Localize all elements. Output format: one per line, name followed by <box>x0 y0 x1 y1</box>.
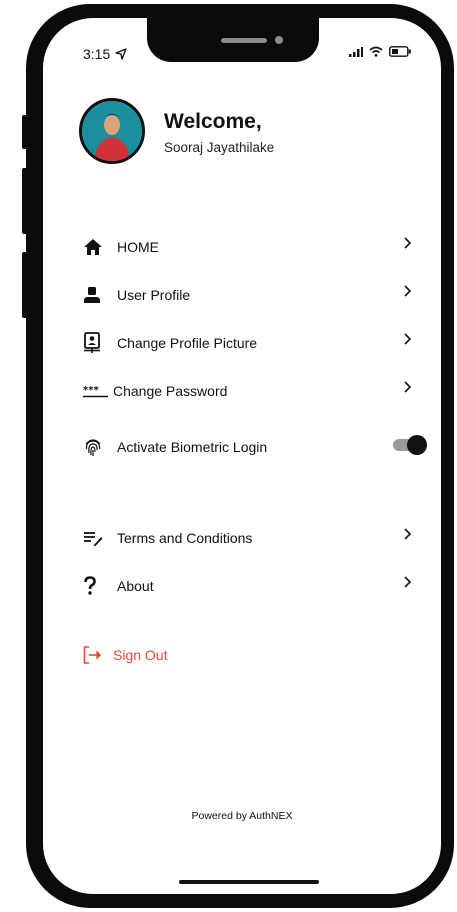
phone-side-button <box>22 252 28 318</box>
phone-side-button <box>22 168 28 234</box>
avatar-photo <box>82 101 142 161</box>
menu-item-label: Activate Biometric Login <box>117 439 268 455</box>
svg-text:***: *** <box>83 385 99 396</box>
menu-item-label: Change Profile Picture <box>117 335 258 351</box>
menu-item-change-profile-picture[interactable]: Change Profile Picture <box>83 330 413 356</box>
screen: 3:15 Welcome, Sooraj Jayathilake HOME Us… <box>43 18 441 894</box>
toggle-knob <box>407 435 427 455</box>
menu-item-label: Change Password <box>113 383 228 399</box>
user-name: Sooraj Jayathilake <box>164 140 275 155</box>
terms-icon <box>83 527 109 549</box>
welcome-heading: Welcome, <box>164 110 262 133</box>
menu-item-label: User Profile <box>117 287 191 303</box>
fingerprint-icon <box>83 436 109 458</box>
question-icon <box>83 575 109 597</box>
notch <box>147 18 319 62</box>
menu-item-label: HOME <box>117 239 159 255</box>
signal-icon <box>349 46 363 57</box>
powered-by-footer: Powered by AuthNEX <box>191 810 293 822</box>
location-arrow-icon <box>115 48 127 60</box>
id-badge-icon <box>83 332 109 354</box>
home-indicator[interactable] <box>179 880 319 884</box>
status-time: 3:15 <box>83 46 127 62</box>
speaker <box>221 38 267 43</box>
chevron-right-icon <box>403 527 413 546</box>
chevron-right-icon <box>403 332 413 351</box>
avatar[interactable] <box>79 98 145 164</box>
status-icons <box>349 46 411 57</box>
menu-item-user-profile[interactable]: User Profile <box>83 282 413 308</box>
menu-item-label: Terms and Conditions <box>117 530 253 546</box>
menu-item-label: About <box>117 578 154 594</box>
chevron-right-icon <box>403 575 413 594</box>
phone-side-button <box>22 115 28 149</box>
sign-out-icon <box>83 644 109 666</box>
biometric-toggle[interactable] <box>393 435 427 455</box>
sign-out-label: Sign Out <box>113 647 168 663</box>
menu-item-change-password[interactable]: *** Change Password <box>83 378 413 404</box>
chevron-right-icon <box>403 380 413 399</box>
menu-item-terms[interactable]: Terms and Conditions <box>83 525 413 551</box>
password-icon: *** <box>83 380 109 402</box>
menu-item-home[interactable]: HOME <box>83 234 413 260</box>
status-time-text: 3:15 <box>83 46 111 62</box>
menu-item-about[interactable]: About <box>83 573 413 599</box>
user-icon <box>83 284 109 306</box>
chevron-right-icon <box>403 236 413 255</box>
sign-out-button[interactable]: Sign Out <box>83 642 413 668</box>
wifi-icon <box>369 46 383 57</box>
menu-item-biometric-login: Activate Biometric Login <box>83 434 427 460</box>
home-icon <box>83 236 109 258</box>
camera <box>275 36 283 44</box>
chevron-right-icon <box>403 284 413 303</box>
battery-icon <box>389 46 411 57</box>
